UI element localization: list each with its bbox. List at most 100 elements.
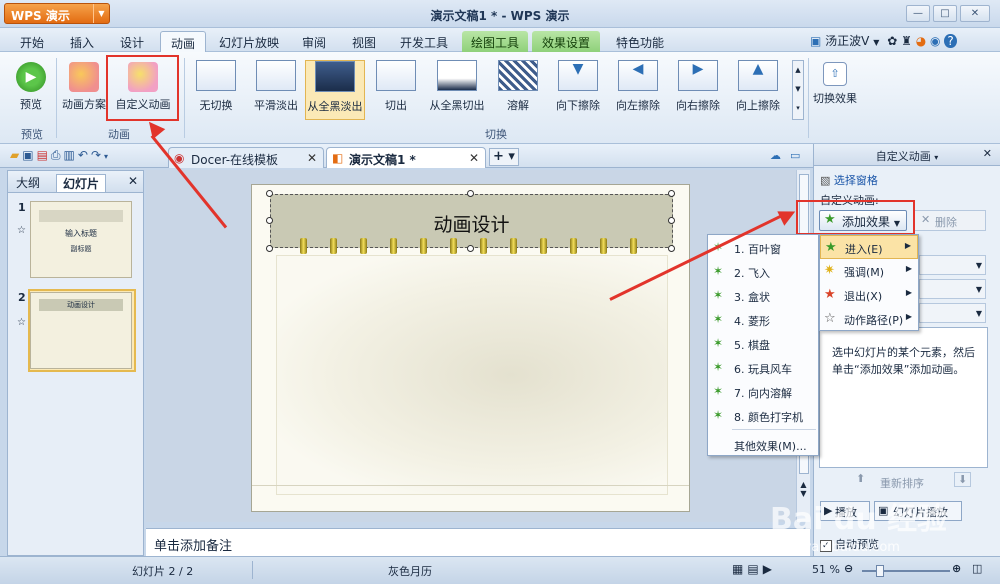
- property-dropdown[interactable]: ▼: [919, 279, 986, 299]
- transition-wipe-left[interactable]: ◀ 向左擦除: [608, 60, 668, 113]
- reorder-down-icon[interactable]: ⬇: [954, 472, 972, 487]
- transition-smooth-fade[interactable]: 平滑淡出: [246, 60, 306, 113]
- menu-item-more-effects[interactable]: 其他效果(M)...: [708, 432, 818, 456]
- transition-none[interactable]: 无切换: [186, 60, 246, 113]
- menu-item-checkerboard[interactable]: ✶ 5. 棋盘: [708, 331, 818, 355]
- close-button[interactable]: ✕: [960, 5, 990, 22]
- divider: [184, 58, 185, 138]
- open-icon[interactable]: ▰: [10, 148, 22, 162]
- sorter-view-icon[interactable]: ▤: [747, 562, 762, 576]
- print-icon[interactable]: ⎙: [51, 148, 64, 162]
- transition-fade-black[interactable]: 从全黑淡出: [305, 60, 365, 120]
- transition-dissolve[interactable]: 溶解: [488, 60, 548, 113]
- tab-outline[interactable]: 大纲: [16, 174, 40, 191]
- resize-handle[interactable]: [266, 190, 273, 197]
- zoom-in-icon[interactable]: ⊕: [952, 562, 961, 575]
- tab-docer-template[interactable]: ◉ Docer-在线模板 ✕: [168, 147, 324, 168]
- layout-icon[interactable]: ▭: [790, 149, 800, 162]
- slideshow-view-icon[interactable]: ▶: [763, 562, 776, 576]
- select-pane-link[interactable]: ▧ 选择窗格: [820, 172, 878, 188]
- resize-handle[interactable]: [668, 217, 675, 224]
- print-preview-icon[interactable]: ▥: [64, 148, 78, 162]
- gallery-scroll[interactable]: ▲ ▼ ▾: [792, 60, 804, 120]
- resize-handle[interactable]: [266, 245, 273, 252]
- save-icon[interactable]: ▣: [22, 148, 36, 162]
- tab-view[interactable]: 视图: [344, 31, 384, 52]
- zoom-slider-handle[interactable]: [876, 565, 884, 577]
- menu-item-blinds[interactable]: ✶1. 百叶窗: [708, 235, 818, 259]
- resize-handle[interactable]: [467, 190, 474, 197]
- tab-drawing-tools[interactable]: 绘图工具: [462, 31, 528, 52]
- globe-icon[interactable]: ◉: [930, 34, 940, 48]
- transition-wipe-up[interactable]: ▲ 向上擦除: [728, 60, 788, 113]
- transition-wipe-down[interactable]: ▼ 向下擦除: [548, 60, 608, 113]
- fit-window-icon[interactable]: ◫: [972, 562, 982, 575]
- close-icon[interactable]: ✕: [469, 151, 479, 165]
- menu-item-entrance[interactable]: ★ 进入(E) ▶: [820, 235, 918, 259]
- tab-effect-settings[interactable]: 效果设置: [532, 31, 600, 52]
- tab-special[interactable]: 特色功能: [610, 31, 670, 52]
- tab-design[interactable]: 设计: [112, 31, 152, 52]
- menu-item-diamond[interactable]: ✶ 4. 菱形: [708, 307, 818, 331]
- resize-handle[interactable]: [668, 245, 675, 252]
- switch-effect-button[interactable]: ⇧ 切换效果: [810, 62, 860, 106]
- help-icon[interactable]: ?: [944, 34, 957, 48]
- delete-button[interactable]: ✕ 删除: [914, 210, 986, 231]
- transition-cut-black[interactable]: 从全黑切出: [426, 60, 488, 113]
- tab-slides[interactable]: 幻灯片: [56, 174, 107, 193]
- notes-area[interactable]: 单击添加备注: [146, 528, 810, 556]
- close-icon[interactable]: ✕: [307, 151, 317, 165]
- tab-developer[interactable]: 开发工具: [394, 31, 454, 52]
- tab-presentation[interactable]: ◧ 演示文稿1 * ✕: [326, 147, 486, 168]
- new-tab-button[interactable]: + ▾: [489, 148, 519, 166]
- pane-header: 自定义动画 ▾ ✕: [814, 144, 1000, 166]
- redo-icon[interactable]: ↷: [91, 148, 104, 162]
- normal-view-icon[interactable]: ▦: [732, 562, 747, 576]
- speed-dropdown[interactable]: ▼: [919, 303, 986, 323]
- maximize-button[interactable]: □: [933, 5, 957, 22]
- preview-button[interactable]: ▶ 预览: [12, 62, 50, 112]
- resize-handle[interactable]: [467, 245, 474, 252]
- cloud-icon[interactable]: ☁: [770, 149, 781, 162]
- chevron-down-icon[interactable]: ▾: [104, 152, 111, 161]
- slide-title[interactable]: 动画设计: [270, 210, 673, 237]
- minimize-button[interactable]: —: [906, 5, 930, 22]
- arrow-up-icon: ▲: [738, 60, 778, 91]
- close-icon[interactable]: ✕: [128, 174, 138, 188]
- zoom-level: 51 %: [812, 563, 840, 576]
- slide-thumbnail-1[interactable]: 输入标题 副标题: [30, 201, 132, 278]
- start-dropdown[interactable]: ▼: [919, 255, 986, 275]
- resize-handle[interactable]: [266, 217, 273, 224]
- user-area[interactable]: ▣ 汤正波V ▼ ✿ ♜ ◕ ◉ ?: [810, 32, 957, 50]
- transition-wipe-right[interactable]: ▶ 向右擦除: [668, 60, 728, 113]
- menu-item-color-typewriter[interactable]: ✶ 8. 颜色打字机: [708, 403, 818, 427]
- menu-item-fly-in[interactable]: ✶ 2. 飞入: [708, 259, 818, 283]
- shirt-icon[interactable]: ♜: [901, 34, 912, 48]
- app-menu-button[interactable]: WPS 演示 ▼: [4, 3, 110, 24]
- view-buttons[interactable]: ▦▤▶: [732, 562, 776, 576]
- zoom-out-icon[interactable]: ⊖: [844, 562, 853, 575]
- color-icon[interactable]: ◕: [916, 34, 926, 48]
- skin-icon[interactable]: ✿: [887, 34, 897, 48]
- menu-item-exit[interactable]: ★ 退出(X) ▶: [820, 283, 918, 307]
- tab-insert[interactable]: 插入: [62, 31, 102, 52]
- animation-scheme-button[interactable]: 动画方案: [60, 62, 108, 112]
- transition-cut[interactable]: 切出: [366, 60, 426, 113]
- resize-handle[interactable]: [668, 190, 675, 197]
- menu-item-motion-path[interactable]: ☆ 动作路径(P) ▶: [820, 307, 918, 331]
- pdf-icon[interactable]: ▤: [37, 148, 51, 162]
- slide-thumbnail-2[interactable]: 动画设计: [30, 292, 132, 369]
- chevron-down-icon[interactable]: ▾: [934, 153, 938, 162]
- tab-slideshow[interactable]: 幻灯片放映: [214, 31, 284, 52]
- quick-access-toolbar[interactable]: ▰▣▤⎙▥↶↷▾: [10, 148, 111, 163]
- menu-item-dissolve-in[interactable]: ✶ 7. 向内溶解: [708, 379, 818, 403]
- undo-icon[interactable]: ↶: [78, 148, 91, 162]
- menu-item-box[interactable]: ✶ 3. 盒状: [708, 283, 818, 307]
- tab-review[interactable]: 审阅: [294, 31, 334, 52]
- tab-start[interactable]: 开始: [12, 31, 52, 52]
- tab-animation[interactable]: 动画: [160, 31, 206, 52]
- menu-item-emphasis[interactable]: ✷ 强调(M) ▶: [820, 259, 918, 283]
- menu-item-pinwheel[interactable]: ✶ 6. 玩具风车: [708, 355, 818, 379]
- reorder-up-icon[interactable]: ⬆: [856, 472, 865, 485]
- close-icon[interactable]: ✕: [983, 147, 992, 160]
